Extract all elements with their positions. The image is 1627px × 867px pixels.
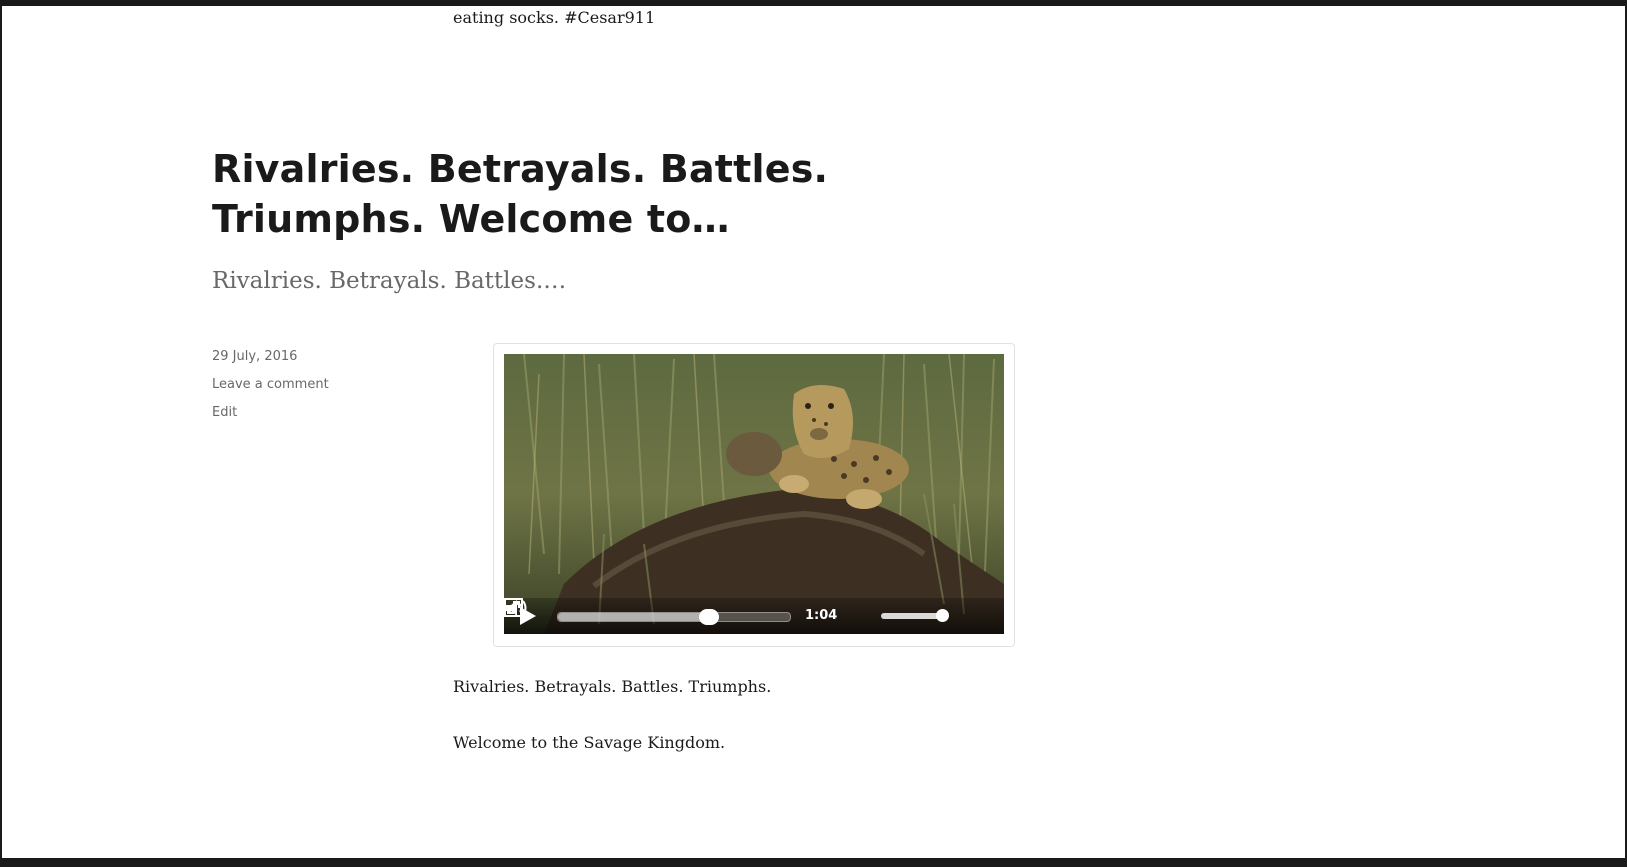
current-time: 1:04 — [805, 608, 838, 623]
previous-post-text: eating socks. #Cesar911 — [453, 8, 656, 27]
post-date-link[interactable]: 29 July, 2016 — [212, 348, 432, 376]
video-thumbnail — [504, 354, 1004, 634]
progress-slider[interactable] — [557, 609, 791, 625]
post-content: Rivalries. Betrayals. Battles. Triumphs.… — [453, 674, 1013, 786]
leave-comment-link[interactable]: Leave a comment — [212, 376, 432, 404]
video-player[interactable]: 1:04 — [504, 354, 1004, 634]
edit-link[interactable]: Edit — [212, 404, 432, 432]
volume-fill — [881, 613, 943, 619]
page: eating socks. #Cesar911 Rivalries. Betra… — [2, 6, 1625, 858]
progress-fill — [558, 613, 709, 621]
content-paragraph: Welcome to the Savage Kingdom. — [453, 733, 726, 752]
video-player-container: 1:04 — [493, 343, 1015, 647]
volume-handle[interactable] — [936, 609, 950, 622]
fullscreen-icon[interactable] — [504, 598, 523, 617]
content-paragraph: Rivalries. Betrayals. Battles. Triumphs. — [453, 677, 772, 696]
post-meta: 29 July, 2016 Leave a comment Edit — [212, 348, 432, 432]
video-controls: 1:04 — [504, 598, 1004, 634]
volume-slider[interactable] — [881, 609, 950, 622]
post-title[interactable]: Rivalries. Betrayals. Battles. Triumphs.… — [212, 144, 1012, 244]
post-subtitle: Rivalries. Betrayals. Battles.… — [212, 268, 567, 294]
progress-handle[interactable] — [698, 609, 719, 625]
